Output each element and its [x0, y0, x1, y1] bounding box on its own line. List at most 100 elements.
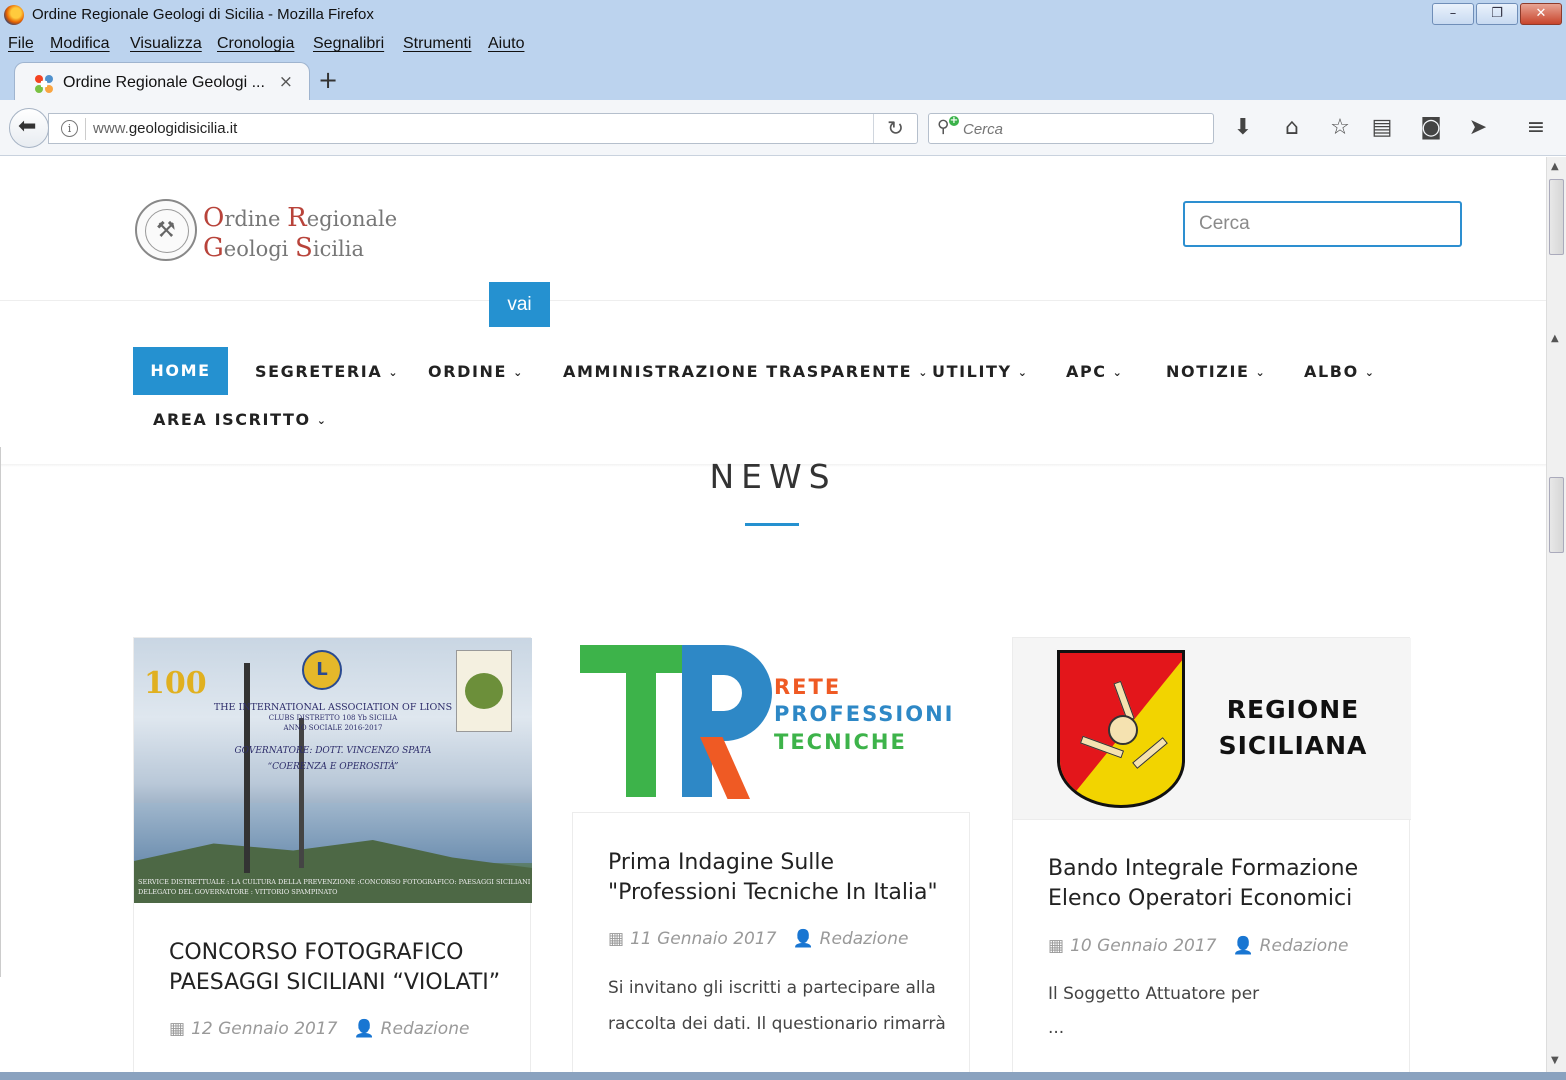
menu-aiuto[interactable]: Aiuto — [488, 35, 524, 53]
search-submit-button[interactable]: vai — [489, 282, 550, 327]
reload-icon[interactable]: ↻ — [873, 114, 917, 143]
news-date: 12 Gennaio 2017 — [191, 1019, 338, 1039]
news-card-meta: ▦ 11 Gennaio 2017 👤 Redazione — [608, 929, 908, 949]
url-text[interactable]: www.geologidisicilia.it — [93, 120, 237, 137]
menu-albo[interactable]: ALBO ⌄ — [1304, 362, 1376, 381]
sicily-coat-of-arms-icon — [1057, 650, 1185, 808]
chevron-down-icon: ⌄ — [1112, 366, 1124, 379]
tab-strip: Ordine Regionale Geologi ... × + — [0, 58, 1566, 102]
menu-strumenti[interactable]: Strumenti — [403, 35, 471, 53]
news-card-image[interactable]: REGIONE SICILIANA — [1013, 638, 1411, 819]
news-card-2[interactable]: Prima Indagine Sulle "Professioni Tecnic… — [572, 812, 970, 1073]
menu-visualizza[interactable]: Visualizza — [130, 35, 202, 53]
menu-segnalibri[interactable]: Segnalibri — [313, 35, 384, 53]
news-heading: NEWS — [709, 457, 837, 496]
info-icon[interactable]: i — [61, 120, 78, 137]
scrollbar-thumb[interactable] — [1549, 179, 1564, 255]
home-icon[interactable]: ⌂ — [1278, 114, 1306, 142]
chevron-down-icon: ⌄ — [1017, 366, 1029, 379]
menu-amministrazione-trasparente[interactable]: AMMINISTRAZIONE TRASPARENTE ⌄ — [563, 362, 929, 381]
news-card-title[interactable]: CONCORSO FOTOGRAFICO PAESAGGI SICILIANI … — [169, 938, 509, 998]
news-card-1[interactable]: 100 L THE INTERNATIONAL ASSOCIATION OF L… — [133, 637, 532, 1073]
page-viewport: ⚒ Ordine Regionale Geologi Sicilia Cerca… — [0, 157, 1546, 1073]
minimize-button[interactable]: – — [1432, 3, 1474, 25]
menu-segreteria[interactable]: SEGRETERIA ⌄ — [255, 362, 399, 381]
news-author: Redazione — [380, 1019, 470, 1039]
menu-file[interactable]: File — [8, 35, 34, 53]
browser-search-input[interactable] — [963, 119, 1203, 139]
bookmark-star-icon[interactable]: ☆ — [1326, 114, 1354, 142]
joomla-favicon-icon — [35, 75, 53, 93]
download-icon[interactable]: ⬇ — [1229, 114, 1257, 142]
news-heading-underline — [745, 523, 799, 526]
reading-list-icon[interactable]: ▤ — [1368, 114, 1396, 142]
user-icon: 👤 — [353, 1019, 375, 1039]
antenna-tower — [299, 718, 304, 868]
news-card-meta: ▦ 10 Gennaio 2017 👤 Redazione — [1048, 936, 1348, 956]
news-card-3[interactable]: REGIONE SICILIANA Bando Integrale Formaz… — [1012, 637, 1411, 1073]
menu-apc[interactable]: APC ⌄ — [1066, 362, 1123, 381]
left-border-line — [0, 447, 1, 977]
chevron-down-icon: ⌄ — [513, 366, 524, 379]
tab-active[interactable]: Ordine Regionale Geologi ... × — [14, 62, 310, 102]
centenary-logo: 100 — [144, 666, 207, 701]
news-card-meta: ▦ 12 Gennaio 2017 👤 Redazione — [169, 1019, 469, 1039]
chevron-down-icon: ⌄ — [1364, 366, 1376, 379]
url-separator — [85, 118, 86, 140]
window-title: Ordine Regionale Geologi di Sicilia - Mo… — [32, 6, 374, 23]
nav-toolbar: i www.geologidisicilia.it ↻ ⬅ ⚲ + ⬇ ⌂ ☆ … — [0, 100, 1566, 156]
news-date: 10 Gennaio 2017 — [1070, 936, 1217, 956]
chevron-down-icon: ⌄ — [388, 366, 400, 379]
news-card-title[interactable]: Bando Integrale Formazione Elenco Operat… — [1048, 854, 1388, 914]
menubar: File Modifica Visualizza Cronologia Segn… — [0, 30, 1566, 58]
url-bar[interactable]: i www.geologidisicilia.it ↻ — [48, 113, 918, 144]
tab-close-icon[interactable]: × — [279, 72, 293, 92]
rete-professioni-logo: RETE PROFESSIONI TECNICHE — [578, 645, 968, 805]
firefox-logo-icon — [4, 5, 24, 25]
taskbar-strip — [0, 1072, 1566, 1080]
logo-line-2: Geologi Sicilia — [203, 233, 365, 263]
seal-icon: ⚒ — [135, 199, 197, 261]
tab-title: Ordine Regionale Geologi ... — [63, 74, 265, 91]
menu-cronologia[interactable]: Cronologia — [217, 35, 294, 53]
news-card-ellipsis: ... — [1048, 1018, 1065, 1038]
site-search-input[interactable]: Cerca — [1183, 201, 1462, 247]
chevron-down-icon: ⌄ — [316, 414, 328, 427]
scroll-down-icon[interactable]: ▼ — [1551, 1055, 1559, 1066]
user-icon: 👤 — [1232, 936, 1254, 956]
calendar-icon: ▦ — [608, 929, 625, 949]
new-tab-button[interactable]: + — [318, 66, 338, 94]
news-card-image[interactable]: 100 L THE INTERNATIONAL ASSOCIATION OF L… — [134, 638, 532, 903]
menu-utility[interactable]: UTILITY ⌄ — [932, 362, 1029, 381]
back-arrow-icon: ⬅ — [18, 114, 37, 139]
chevron-down-icon: ⌄ — [918, 366, 930, 379]
back-button[interactable]: ⬅ — [9, 108, 49, 148]
news-card-excerpt: Si invitano gli iscritti a partecipare a… — [608, 978, 946, 1034]
scroll-up-icon[interactable]: ▲ — [1551, 333, 1559, 344]
restore-button[interactable]: ❐ — [1476, 3, 1518, 25]
menu-ordine[interactable]: ORDINE ⌄ — [428, 362, 524, 381]
lions-logo: L — [302, 650, 342, 690]
scroll-up-icon[interactable]: ▲ — [1551, 161, 1559, 172]
scrollbar-thumb[interactable] — [1549, 477, 1564, 553]
vertical-scrollbar[interactable]: ▲ ▲ ▼ — [1546, 157, 1566, 1073]
logo-line-1: Ordine Regionale — [203, 203, 398, 233]
window-titlebar: Ordine Regionale Geologi di Sicilia - Mo… — [0, 0, 1566, 30]
news-date: 11 Gennaio 2017 — [630, 929, 777, 949]
news-card-image[interactable]: RETE PROFESSIONI TECNICHE — [572, 637, 970, 812]
search-icon: ⚲ — [937, 117, 950, 137]
news-card-excerpt: Il Soggetto Attuatore per — [1048, 984, 1260, 1004]
calendar-icon: ▦ — [169, 1019, 186, 1039]
menu-notizie[interactable]: NOTIZIE ⌄ — [1166, 362, 1266, 381]
close-window-button[interactable]: ✕ — [1520, 3, 1562, 25]
menu-modifica[interactable]: Modifica — [50, 35, 110, 53]
hamburger-menu-icon[interactable]: ≡ — [1522, 114, 1550, 142]
chevron-down-icon: ⌄ — [1255, 366, 1267, 379]
news-author: Redazione — [819, 929, 909, 949]
browser-search-bar[interactable]: ⚲ + — [928, 113, 1214, 144]
menu-area-iscritto[interactable]: AREA ISCRITTO ⌄ — [153, 410, 328, 429]
news-card-title[interactable]: Prima Indagine Sulle "Professioni Tecnic… — [608, 848, 948, 908]
menu-home[interactable]: HOME — [133, 347, 228, 395]
pocket-icon[interactable]: ◙ — [1417, 114, 1445, 142]
send-icon[interactable]: ➤ — [1464, 114, 1492, 142]
